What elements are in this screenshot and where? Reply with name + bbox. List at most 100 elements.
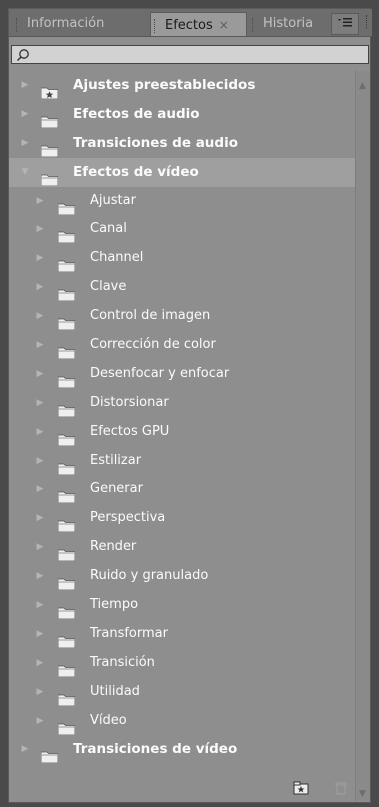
- tree-item-label: Transformar: [90, 625, 168, 641]
- tree-item-label: Ajustes preestablecidos: [73, 77, 256, 93]
- folder-icon: [57, 687, 76, 707]
- tree-item[interactable]: ▶ Estilizar: [9, 447, 356, 476]
- tree-item[interactable]: ▶ Efectos GPU: [9, 418, 356, 447]
- search-icon: [16, 49, 29, 62]
- disclosure-collapsed-icon[interactable]: ▶: [20, 71, 30, 100]
- disclosure-collapsed-icon[interactable]: ▶: [35, 447, 45, 476]
- folder-icon: [57, 658, 76, 678]
- tree-item-label: Tiempo: [90, 597, 139, 613]
- disclosure-collapsed-icon[interactable]: ▶: [20, 129, 30, 158]
- tree-item[interactable]: ▶ Desenfocar y enfocar: [9, 360, 356, 389]
- disclosure-collapsed-icon[interactable]: ▶: [35, 649, 45, 678]
- disclosure-collapsed-icon[interactable]: ▶: [35, 215, 45, 244]
- disclosure-collapsed-icon[interactable]: ▶: [35, 620, 45, 649]
- disclosure-collapsed-icon[interactable]: ▶: [35, 244, 45, 273]
- folder-icon: [40, 167, 59, 187]
- tree-item-label: Perspectiva: [90, 510, 166, 526]
- folder-icon: [57, 196, 76, 215]
- disclosure-collapsed-icon[interactable]: ▶: [35, 678, 45, 707]
- folder-icon: [40, 109, 59, 129]
- tree-item[interactable]: ▶ Ajustes preestablecidos: [9, 71, 356, 100]
- tree-item-label: Desenfocar y enfocar: [90, 365, 230, 381]
- preset-folder-icon: [40, 80, 59, 100]
- tree-item[interactable]: ▶ Channel: [9, 244, 356, 273]
- disclosure-collapsed-icon[interactable]: ▶: [35, 360, 45, 389]
- panel-menu-icon[interactable]: [331, 13, 359, 35]
- panel-grip-icon[interactable]: [366, 15, 370, 29]
- vertical-scrollbar[interactable]: ▲ ▼: [355, 71, 370, 801]
- tree-item-label: Channel: [90, 250, 144, 266]
- tree-item[interactable]: ▶ Transiciones de audio: [9, 129, 356, 158]
- disclosure-collapsed-icon[interactable]: ▶: [35, 331, 45, 360]
- folder-icon: [57, 513, 76, 533]
- tree-item[interactable]: ▶ Ruido y granulado: [9, 562, 356, 591]
- disclosure-collapsed-icon[interactable]: ▶: [35, 187, 45, 216]
- tree-item[interactable]: ▶ Clave: [9, 273, 356, 302]
- folder-icon: [40, 744, 59, 764]
- disclosure-collapsed-icon[interactable]: ▶: [35, 591, 45, 620]
- tab-grip-icon[interactable]: [16, 18, 20, 32]
- effects-panel: Información Efectos × Historia ▶ Ajustes p…: [8, 8, 372, 803]
- trash-icon[interactable]: [334, 781, 348, 795]
- close-icon[interactable]: ×: [219, 13, 229, 37]
- tree-item-label: Canal: [90, 221, 127, 237]
- tree-item[interactable]: ▶ Transformar: [9, 620, 356, 649]
- tree-item-label: Utilidad: [90, 683, 140, 699]
- tree-item[interactable]: ▶ Canal: [9, 215, 356, 244]
- effects-tree: ▶ Ajustes preestablecidos ▶ Efectos de audi…: [9, 71, 356, 764]
- tab-informacion[interactable]: Información: [13, 12, 148, 36]
- tree-item-label: Transición: [90, 654, 155, 670]
- folder-icon: [57, 398, 76, 418]
- tab-label: Información: [27, 16, 105, 31]
- tree-item[interactable]: ▶ Tiempo: [9, 591, 356, 620]
- disclosure-collapsed-icon[interactable]: ▶: [35, 562, 45, 591]
- tree-item[interactable]: ▶ Distorsionar: [9, 389, 356, 418]
- new-custom-bin-icon[interactable]: [293, 781, 309, 795]
- disclosure-collapsed-icon[interactable]: ▶: [35, 389, 45, 418]
- disclosure-collapsed-icon[interactable]: ▶: [35, 707, 45, 736]
- disclosure-expanded-icon[interactable]: ▼: [20, 158, 30, 187]
- disclosure-collapsed-icon[interactable]: ▶: [35, 475, 45, 504]
- folder-icon: [57, 311, 76, 331]
- tree-item-label: Efectos de vídeo: [73, 163, 199, 180]
- tree-item[interactable]: ▶ Transiciones de vídeo: [9, 735, 356, 764]
- disclosure-collapsed-icon[interactable]: ▶: [35, 504, 45, 533]
- scroll-up-icon[interactable]: ▲: [359, 81, 366, 91]
- tab-historia[interactable]: Historia: [249, 12, 339, 36]
- tab-grip-icon[interactable]: [154, 19, 158, 33]
- tree-item[interactable]: ▼ Efectos de vídeo: [9, 157, 356, 187]
- tree-item[interactable]: ▶ Vídeo: [9, 707, 356, 736]
- search-input[interactable]: [11, 45, 369, 64]
- tree-item[interactable]: ▶ Efectos de audio: [9, 100, 356, 129]
- folder-icon: [57, 484, 76, 504]
- disclosure-collapsed-icon[interactable]: ▶: [35, 302, 45, 331]
- disclosure-collapsed-icon[interactable]: ▶: [20, 100, 30, 129]
- tree-item[interactable]: ▶ Generar: [9, 475, 356, 504]
- disclosure-collapsed-icon[interactable]: ▶: [35, 273, 45, 302]
- tree-item[interactable]: ▶ Transición: [9, 649, 356, 678]
- tree-item[interactable]: ▶ Control de imagen: [9, 302, 356, 331]
- scroll-down-icon[interactable]: ▼: [359, 789, 366, 799]
- tree-item-label: Render: [90, 539, 137, 555]
- folder-icon: [40, 138, 59, 158]
- panel-tab-bar: Información Efectos × Historia: [9, 9, 372, 37]
- tree-item[interactable]: ▶ Utilidad: [9, 678, 356, 707]
- tree-item-label: Efectos GPU: [90, 423, 170, 439]
- tab-grip-icon[interactable]: [252, 18, 256, 32]
- folder-icon: [57, 369, 76, 389]
- tree-item-label: Generar: [90, 481, 143, 497]
- disclosure-collapsed-icon[interactable]: ▶: [20, 735, 30, 764]
- folder-icon: [57, 571, 76, 591]
- disclosure-collapsed-icon[interactable]: ▶: [35, 418, 45, 447]
- disclosure-collapsed-icon[interactable]: ▶: [35, 533, 45, 562]
- folder-icon: [57, 542, 76, 562]
- tree-item-label: Transiciones de vídeo: [73, 741, 238, 758]
- tree-item[interactable]: ▶ Perspectiva: [9, 504, 356, 533]
- tree-item-label: Distorsionar: [90, 394, 169, 410]
- tree-item[interactable]: ▶ Render: [9, 533, 356, 562]
- tab-efectos[interactable]: Efectos ×: [150, 12, 247, 36]
- tree-item[interactable]: ▶ Corrección de color: [9, 331, 356, 360]
- tree-item-label: Corrección de color: [90, 337, 216, 353]
- folder-icon: [57, 456, 76, 475]
- tree-item[interactable]: ▶ Ajustar: [9, 187, 356, 216]
